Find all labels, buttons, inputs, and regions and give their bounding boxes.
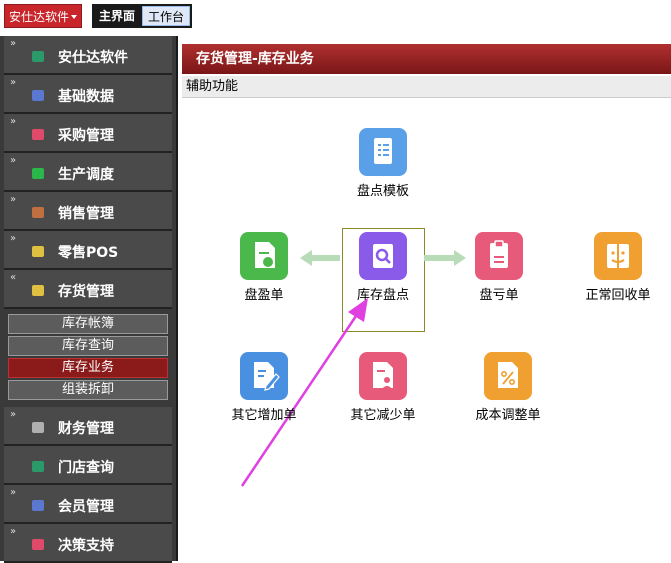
sidebar-item-anshida[interactable]: » 安仕达软件 xyxy=(4,36,172,75)
module-icon xyxy=(32,285,44,296)
sidebar-item-production[interactable]: » 生产调度 xyxy=(4,153,172,192)
sidebar-item-finance[interactable]: » 财务管理 xyxy=(4,407,172,446)
sidebar-item-basic-data[interactable]: » 基础数据 xyxy=(4,75,172,114)
module-icon xyxy=(32,422,44,433)
func-stocktake-template[interactable]: 盘点模板 xyxy=(333,128,433,199)
app-menu-button[interactable]: 安仕达软件 xyxy=(4,4,82,28)
func-other-reduce[interactable]: 其它减少单 xyxy=(333,352,433,423)
module-icon xyxy=(32,246,44,257)
sidebar-item-store-query[interactable]: 门店查询 xyxy=(4,446,172,485)
module-icon xyxy=(32,500,44,511)
tab-main[interactable]: 主界面 xyxy=(94,6,141,26)
surplus-doc-icon xyxy=(240,232,288,280)
app-menu-label: 安仕达软件 xyxy=(9,10,70,24)
page-title: 存货管理-库存业务 xyxy=(182,44,671,74)
func-label: 盘亏单 xyxy=(479,288,519,303)
search-doc-icon xyxy=(359,232,407,280)
sidebar-item-label: 采购管理 xyxy=(58,128,114,144)
sidebar-item-purchase[interactable]: » 采购管理 xyxy=(4,114,172,153)
tab-bar: 主界面 工作台 xyxy=(92,4,193,28)
module-icon xyxy=(32,539,44,550)
double-chevron-icon: » xyxy=(10,409,17,420)
func-label: 成本调整单 xyxy=(475,408,541,423)
sidebar-item-members[interactable]: » 会员管理 xyxy=(4,485,172,524)
func-other-add[interactable]: 其它增加单 xyxy=(214,352,314,423)
sidebar-item-label: 会员管理 xyxy=(58,499,114,515)
percent-doc-icon xyxy=(484,352,532,400)
double-chevron-icon: » xyxy=(10,233,17,244)
module-icon xyxy=(32,129,44,140)
tab-workbench[interactable]: 工作台 xyxy=(142,6,191,26)
double-chevron-icon: » xyxy=(10,194,17,205)
sidebar: » 安仕达软件 » 基础数据 » 采购管理 » 生产调度 » 销售管理 » 零售… xyxy=(0,36,178,563)
double-chevron-down-icon: « xyxy=(10,272,17,283)
sidebar-item-decision[interactable]: » 决策支持 xyxy=(4,524,172,563)
submenu-stock-business[interactable]: 库存业务 xyxy=(8,358,168,378)
sidebar-item-retail-pos[interactable]: » 零售POS xyxy=(4,231,172,270)
top-bar: 安仕达软件 主界面 工作台 xyxy=(0,0,671,32)
sidebar-item-label: 零售POS xyxy=(58,245,119,261)
sidebar-item-label: 安仕达软件 xyxy=(58,50,128,66)
section-title: 辅助功能 xyxy=(182,76,671,98)
func-label: 盘点模板 xyxy=(356,184,409,199)
edit-doc-icon xyxy=(240,352,288,400)
submenu-stock-query[interactable]: 库存查询 xyxy=(8,336,168,356)
submenu-assembly[interactable]: 组装拆卸 xyxy=(8,380,168,400)
func-label: 库存盘点 xyxy=(356,288,409,303)
caret-down-icon xyxy=(71,15,77,19)
module-icon xyxy=(32,207,44,218)
func-surplus[interactable]: 盘盈单 xyxy=(214,232,314,303)
double-chevron-icon: » xyxy=(10,116,17,127)
double-chevron-icon: » xyxy=(10,487,17,498)
module-icon xyxy=(32,461,44,472)
sidebar-item-label: 门店查询 xyxy=(58,460,114,476)
sidebar-item-inventory[interactable]: « 存货管理 xyxy=(4,270,172,309)
func-normal-recycle[interactable]: 正常回收单 xyxy=(568,232,668,303)
module-icon xyxy=(32,168,44,179)
module-icon xyxy=(32,51,44,62)
sidebar-item-sales[interactable]: » 销售管理 xyxy=(4,192,172,231)
sidebar-item-label: 决策支持 xyxy=(58,538,114,554)
sidebar-item-label: 财务管理 xyxy=(58,421,114,437)
func-cost-adjust[interactable]: 成本调整单 xyxy=(458,352,558,423)
person-doc-icon xyxy=(359,352,407,400)
func-loss[interactable]: 盘亏单 xyxy=(449,232,549,303)
func-label: 其它减少单 xyxy=(350,408,416,423)
sidebar-item-label: 生产调度 xyxy=(58,167,114,183)
sidebar-item-label: 基础数据 xyxy=(58,89,114,105)
submenu-stock-ledger[interactable]: 库存帐簿 xyxy=(8,314,168,334)
func-label: 正常回收单 xyxy=(585,288,651,303)
double-chevron-icon: » xyxy=(10,155,17,166)
document-list-icon xyxy=(359,128,407,176)
face-doc-icon xyxy=(594,232,642,280)
func-stocktake[interactable]: 库存盘点 xyxy=(333,232,433,303)
double-chevron-icon: » xyxy=(10,77,17,88)
double-chevron-icon: » xyxy=(10,526,17,537)
func-label: 盘盈单 xyxy=(244,288,284,303)
sidebar-item-label: 销售管理 xyxy=(58,206,114,222)
module-icon xyxy=(32,90,44,101)
func-label: 其它增加单 xyxy=(231,408,297,423)
double-chevron-icon: » xyxy=(10,38,17,49)
inventory-submenu: 库存帐簿 库存查询 库存业务 组装拆卸 xyxy=(0,309,176,407)
clipboard-icon xyxy=(475,232,523,280)
sidebar-item-label: 存货管理 xyxy=(58,284,114,300)
